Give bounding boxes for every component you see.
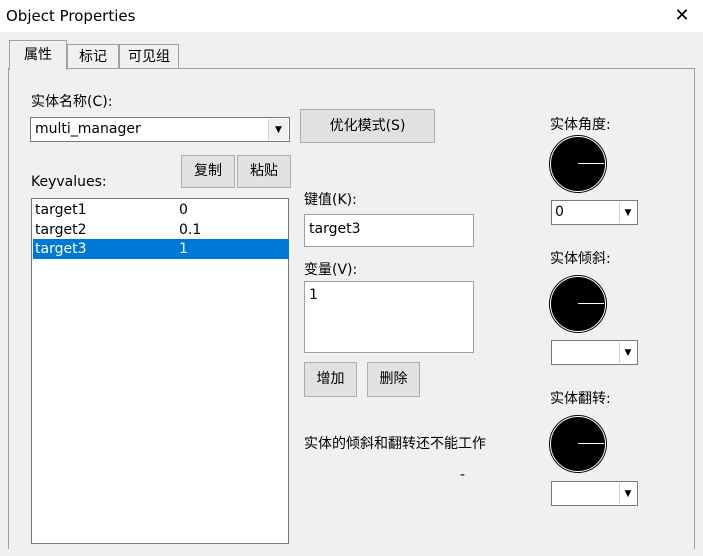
tab-visgroups[interactable]: 可见组 [119,44,179,69]
angle-value: 0 [555,204,564,220]
angle-label: 实体角度: [550,117,611,133]
pitch-dial[interactable] [550,276,606,332]
angle-combo[interactable]: 0 ▼ [551,200,638,225]
chevron-down-icon[interactable]: ▼ [619,483,636,504]
note-text: 实体的倾斜和翻转还不能工作 [304,436,486,452]
copy-button[interactable]: 复制 [181,155,235,188]
key-label: 键值(K): [304,192,357,208]
entity-name-label: 实体名称(C): [31,94,113,110]
roll-label: 实体翻转: [550,391,611,407]
value-label: 变量(V): [304,262,358,278]
dial-needle [578,443,604,444]
dash-text: - [460,467,466,483]
key-cell: target3 [35,241,87,257]
smart-edit-button[interactable]: 优化模式(S) [300,109,435,143]
value-cell: 0.1 [179,222,202,238]
angle-dial[interactable] [550,136,606,192]
tab-flags[interactable]: 标记 [67,44,119,69]
entity-name-value: multi_manager [35,121,141,137]
list-item-selected[interactable]: target3 1 [33,239,289,259]
window-title: Object Properties [6,7,136,25]
keyvalues-label: Keyvalues: [31,174,107,190]
tab-properties[interactable]: 属性 [9,40,67,70]
key-cell: target1 [35,202,87,218]
value-cell: 1 [179,241,188,257]
key-input-value: target3 [309,221,361,237]
keyvalues-list[interactable]: target1 0 target2 0.1 target3 1 [31,198,289,544]
entity-name-combo[interactable]: multi_manager ▼ [30,117,290,142]
pitch-label: 实体倾斜: [550,251,611,267]
dial-needle [578,163,604,164]
value-cell: 0 [179,202,188,218]
delete-button[interactable]: 删除 [367,362,420,397]
list-item[interactable]: target2 0.1 [33,220,289,240]
paste-button[interactable]: 粘贴 [237,155,291,188]
chevron-down-icon[interactable]: ▼ [619,342,636,363]
chevron-down-icon[interactable]: ▼ [268,119,288,140]
key-cell: target2 [35,222,87,238]
close-icon[interactable]: ✕ [672,4,692,28]
roll-dial[interactable] [550,416,606,472]
add-button[interactable]: 增加 [304,362,357,397]
list-item[interactable]: target1 0 [33,200,289,220]
value-textarea-value: 1 [309,287,318,303]
roll-combo[interactable]: ▼ [551,481,638,506]
chevron-down-icon[interactable]: ▼ [619,202,636,223]
dial-needle [578,303,604,304]
key-input[interactable]: target3 [304,214,474,247]
value-textarea[interactable]: 1 [304,281,474,353]
pitch-combo[interactable]: ▼ [551,340,638,365]
